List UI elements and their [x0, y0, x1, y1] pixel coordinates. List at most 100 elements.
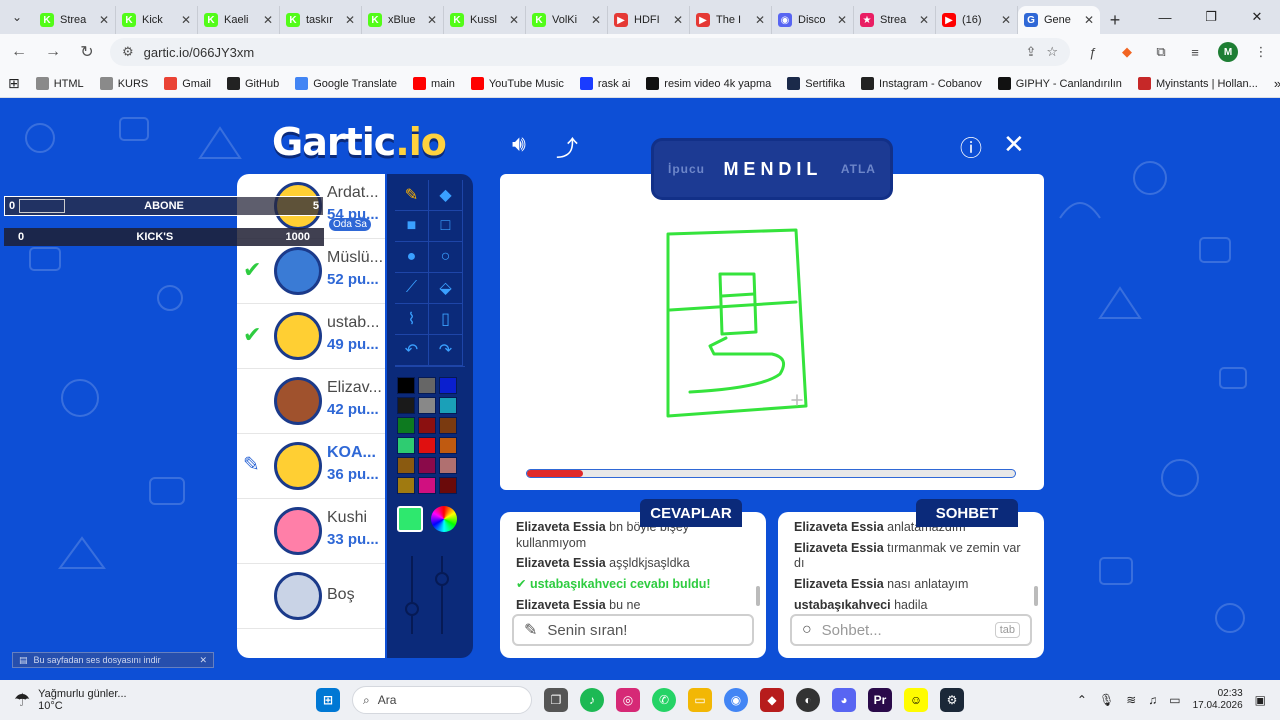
close-icon[interactable]: ✕: [1003, 129, 1025, 160]
new-tab-button[interactable]: +: [1100, 6, 1130, 34]
steam-icon[interactable]: ⚙: [940, 688, 964, 712]
apps-grid-icon[interactable]: ⊞: [8, 75, 20, 92]
browser-tab[interactable]: Ktaskır ✕: [280, 6, 362, 34]
snapchat-icon[interactable]: ☺: [904, 688, 928, 712]
color-swatch[interactable]: [439, 437, 457, 454]
undo-icon[interactable]: ↶: [395, 335, 429, 366]
obs-icon[interactable]: ◐: [796, 688, 820, 712]
discord-icon[interactable]: ◕: [832, 688, 856, 712]
wifi-icon[interactable]: ≋: [1126, 693, 1136, 707]
bookmark-item[interactable]: KURS: [99, 77, 148, 90]
color-swatch[interactable]: [418, 377, 436, 394]
color-swatch[interactable]: [397, 477, 415, 494]
bookmark-item[interactable]: resim video 4k yapma: [646, 77, 771, 90]
bookmark-item[interactable]: GitHub: [226, 77, 279, 90]
notice-close-icon[interactable]: ✕: [199, 655, 207, 666]
volume-icon[interactable]: ♫: [1148, 693, 1157, 707]
browser-tab[interactable]: G Gene ✕: [1018, 6, 1100, 34]
player-row[interactable]: Elizav... 42 pu...: [237, 369, 385, 434]
browser-tab[interactable]: KxBlue ✕: [362, 6, 444, 34]
tab-close-icon[interactable]: ✕: [181, 13, 191, 27]
tab-close-icon[interactable]: ✕: [591, 13, 601, 27]
tab-close-icon[interactable]: ✕: [673, 13, 683, 27]
chrome-icon[interactable]: ◉: [724, 688, 748, 712]
drawing-canvas[interactable]: [500, 174, 1044, 490]
color-swatch[interactable]: [439, 477, 457, 494]
player-row[interactable]: ✔ ustab... 49 pu...: [237, 304, 385, 369]
color-wheel-icon[interactable]: [431, 506, 457, 532]
player-row[interactable]: Kushi 33 pu...: [237, 499, 385, 564]
tab-close-icon[interactable]: ✕: [1001, 13, 1011, 27]
profile-avatar[interactable]: M: [1218, 42, 1238, 62]
opacity-slider[interactable]: [441, 556, 443, 634]
bookmark-item[interactable]: rask ai: [579, 77, 630, 90]
minimize-icon[interactable]: —: [1142, 10, 1188, 25]
browser-tab[interactable]: ▶ HDFI ✕: [608, 6, 690, 34]
start-windows-icon[interactable]: ⊞: [316, 688, 340, 712]
color-swatch[interactable]: [418, 417, 436, 434]
page-icon[interactable]: ▯: [429, 304, 463, 335]
weather-widget[interactable]: ☂ Yağmurlu günler... 10°C: [14, 688, 314, 712]
browser-tab[interactable]: K Kussl ✕: [444, 6, 526, 34]
sound-icon[interactable]: 🔊︎: [512, 131, 526, 157]
bookmark-item[interactable]: Instagram - Cobanov: [861, 77, 982, 90]
tab-close-icon[interactable]: ✕: [263, 13, 273, 27]
color-swatch[interactable]: [439, 377, 457, 394]
font-extension-icon[interactable]: ƒ: [1082, 41, 1104, 63]
extensions-puzzle-icon[interactable]: ⧉: [1150, 41, 1172, 63]
current-color-swatch[interactable]: [397, 506, 423, 532]
color-swatch[interactable]: [397, 397, 415, 414]
line-icon[interactable]: ⟋: [395, 273, 429, 304]
microphone-icon[interactable]: 🎙︎: [1099, 693, 1114, 707]
whatsapp-icon[interactable]: ✆: [652, 688, 676, 712]
forward-icon[interactable]: →: [42, 43, 64, 61]
browser-tab[interactable]: ▶ (16) ✕: [936, 6, 1018, 34]
rect-icon[interactable]: □: [429, 211, 463, 242]
address-bar[interactable]: ⚙ gartic.io/066JY3xm ⇪ ☆: [110, 38, 1070, 66]
browser-tab[interactable]: K VolKi ✕: [526, 6, 608, 34]
spotify-icon[interactable]: ♪: [580, 688, 604, 712]
reading-list-icon[interactable]: ≡: [1184, 41, 1206, 63]
browser-tab[interactable]: K Kick ✕: [116, 6, 198, 34]
bookmark-item[interactable]: main: [413, 77, 455, 90]
chat-input[interactable]: ○ Sohbet... tab: [790, 614, 1032, 646]
size-slider-knob[interactable]: [405, 602, 419, 616]
bookmark-item[interactable]: YouTube Music: [470, 77, 564, 90]
tab-close-icon[interactable]: ✕: [919, 13, 929, 27]
chat-scrollbar[interactable]: [1034, 586, 1038, 606]
tab-search-button[interactable]: ⌄: [0, 0, 34, 34]
eraser-icon[interactable]: ◆: [429, 180, 463, 211]
file-explorer-icon[interactable]: ▭: [688, 688, 712, 712]
info-icon[interactable]: ⓘ: [960, 131, 982, 163]
color-swatch[interactable]: [439, 397, 457, 414]
download-audio-notice[interactable]: ▤ Bu sayfadan ses dosyasını indir ✕: [12, 652, 214, 668]
bookmark-item[interactable]: HTML: [35, 77, 84, 90]
color-swatch[interactable]: [418, 477, 436, 494]
size-slider[interactable]: [411, 556, 413, 634]
color-swatch[interactable]: [418, 457, 436, 474]
fill-bucket-icon[interactable]: ⬙: [429, 273, 463, 304]
circle-icon[interactable]: ○: [429, 242, 463, 273]
game-app-icon[interactable]: ◆: [760, 688, 784, 712]
player-row[interactable]: ✔ Müslü... 52 pu...: [237, 239, 385, 304]
instagram-icon[interactable]: ◎: [616, 688, 640, 712]
tab-close-icon[interactable]: ✕: [755, 13, 765, 27]
color-swatch[interactable]: [439, 417, 457, 434]
bookmark-item[interactable]: Google Translate: [295, 77, 397, 90]
color-swatch[interactable]: [397, 437, 415, 454]
tab-close-icon[interactable]: ✕: [509, 13, 519, 27]
browser-tab[interactable]: ★ Strea ✕: [854, 6, 936, 34]
restore-icon[interactable]: ❐: [1188, 9, 1234, 25]
menu-kebab-icon[interactable]: ⋮: [1250, 41, 1272, 63]
answer-input[interactable]: ✎ Senin sıran!: [512, 614, 754, 646]
opacity-slider-knob[interactable]: [435, 572, 449, 586]
color-swatch[interactable]: [418, 397, 436, 414]
pencil-icon[interactable]: ✎: [395, 180, 429, 211]
notification-icon[interactable]: ▣: [1255, 693, 1266, 707]
reload-icon[interactable]: ↻: [76, 42, 98, 62]
bookmark-item[interactable]: Sertifika: [787, 77, 845, 90]
premiere-icon[interactable]: Pr: [868, 688, 892, 712]
skip-button[interactable]: ATLA: [841, 162, 876, 176]
bookmark-item[interactable]: Gmail: [164, 77, 211, 90]
extension-orange-icon[interactable]: ◆: [1116, 41, 1138, 63]
